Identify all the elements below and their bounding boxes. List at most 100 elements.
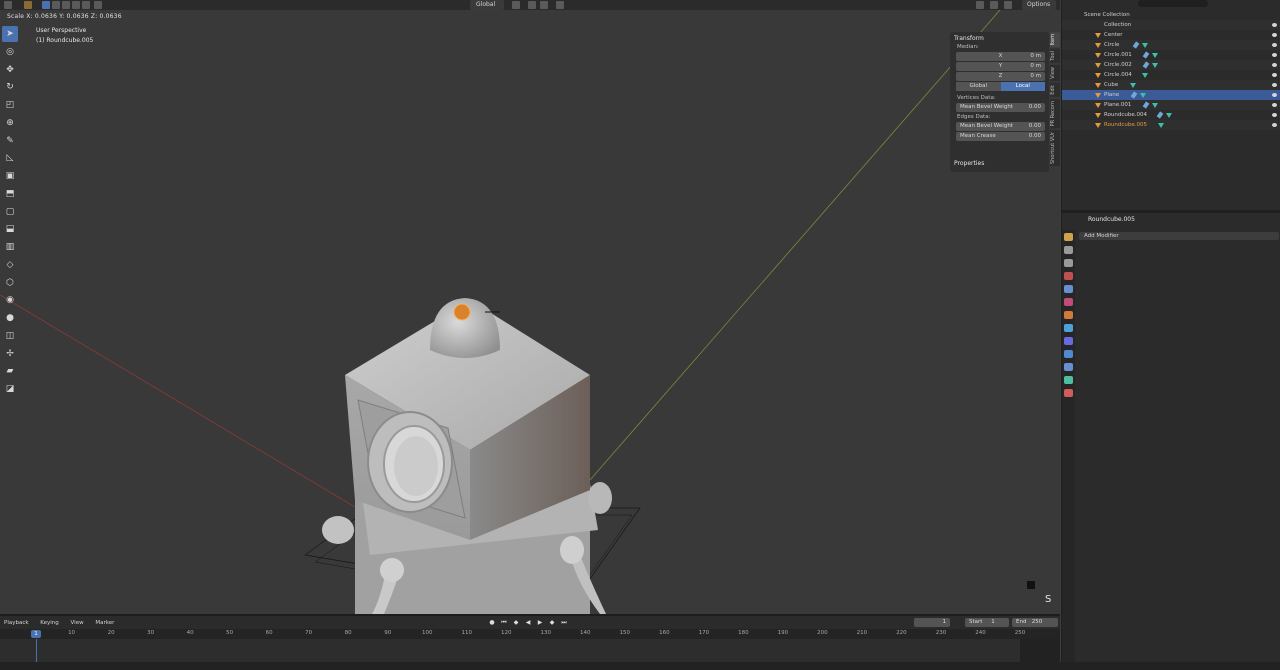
tab-item[interactable]: Item (1050, 32, 1060, 48)
jump-start-icon[interactable]: ⏮ (500, 619, 508, 627)
scene-collection-row[interactable]: Scene Collection (1062, 10, 1280, 20)
select-box-tool[interactable]: ➤ (2, 26, 18, 42)
menu-playback[interactable]: Playback (4, 620, 29, 626)
camera-view-icon[interactable] (1027, 581, 1035, 589)
snap-options-icon[interactable] (540, 1, 548, 9)
scale-tool[interactable]: ◰ (2, 97, 18, 113)
physics-tab-icon[interactable] (1064, 350, 1073, 358)
menu-view[interactable]: View (71, 620, 84, 626)
transform-orientation-dropdown[interactable]: Global (470, 0, 504, 10)
tab-shortcut[interactable]: Shortcut VUr (1050, 130, 1060, 167)
mode-icon[interactable] (24, 1, 32, 9)
list-item[interactable]: Cube (1062, 80, 1280, 90)
current-frame-marker[interactable]: 1 (31, 630, 41, 638)
pivot-icon[interactable] (512, 1, 520, 9)
local-toggle[interactable]: Local (1000, 82, 1045, 91)
overlay-icon[interactable] (976, 1, 984, 9)
median-y-field[interactable]: Y0 m (956, 62, 1045, 71)
select-mode-extend-icon[interactable] (72, 1, 80, 9)
add-modifier-dropdown[interactable]: Add Modifier (1079, 232, 1279, 240)
move-tool[interactable]: ✥ (2, 62, 18, 78)
world-tab-icon[interactable] (1064, 298, 1073, 306)
transform-section-title[interactable]: Transform (950, 32, 1049, 43)
face-select-icon[interactable] (62, 1, 70, 9)
cursor-tool[interactable]: ◎ (2, 44, 18, 60)
crease-field[interactable]: Mean Crease 0.00 (956, 132, 1045, 141)
vertex-select-icon[interactable] (42, 1, 50, 9)
snap-icon[interactable] (528, 1, 536, 9)
properties-section-title[interactable]: Properties (950, 158, 1049, 169)
add-cube-tool[interactable]: ▣ (2, 168, 18, 184)
tab-view[interactable]: View (1050, 65, 1060, 81)
list-item[interactable]: Center (1062, 30, 1280, 40)
inset-tool[interactable]: ▢ (2, 204, 18, 220)
median-x-field[interactable]: X0 m (956, 52, 1045, 61)
list-item[interactable]: Circle (1062, 40, 1280, 50)
shear-tool[interactable]: ▰ (2, 363, 18, 379)
tab-edit[interactable]: Edit (1050, 82, 1060, 97)
modifier-tab-icon[interactable] (1064, 324, 1073, 332)
knife-tool[interactable]: ◇ (2, 257, 18, 273)
list-item[interactable]: Circle.001 (1062, 50, 1280, 60)
list-item[interactable]: Roundcube.005 (1062, 120, 1280, 130)
shrink-fatten-tool[interactable]: ✢ (2, 346, 18, 362)
timeline-track-area[interactable] (0, 639, 1060, 662)
constraints-tab-icon[interactable] (1064, 363, 1073, 371)
data-tab-icon[interactable] (1064, 376, 1073, 384)
measure-tool[interactable]: ◺ (2, 150, 18, 166)
list-item[interactable]: Plane (1062, 90, 1280, 100)
vertex-bevel-field[interactable]: Mean Bevel Weight 0.00 (956, 103, 1045, 112)
list-item[interactable]: Roundcube.004 (1062, 110, 1280, 120)
shading-icon[interactable] (1004, 1, 1012, 9)
object-tab-icon[interactable] (1064, 311, 1073, 319)
list-item[interactable]: Circle.004 (1062, 70, 1280, 80)
3d-viewport[interactable]: Scale X: 0.0636 Y: 0.0636 Z: 0.0636 User… (0, 10, 1060, 614)
median-z-field[interactable]: Z0 m (956, 72, 1045, 81)
scene-tab-icon[interactable] (1064, 285, 1073, 293)
edge-slide-tool[interactable]: ◫ (2, 328, 18, 344)
play-reverse-icon[interactable]: ◀ (524, 619, 532, 627)
collection-row[interactable]: Collection (1062, 20, 1280, 30)
list-item[interactable]: Circle.002 (1062, 60, 1280, 70)
tab-pr-recorn[interactable]: PR Recorn (1050, 98, 1060, 129)
xray-icon[interactable] (990, 1, 998, 9)
rip-tool[interactable]: ◪ (2, 381, 18, 397)
menu-keying[interactable]: Keying (40, 620, 58, 626)
frame-ruler[interactable]: 1 10 20 30 40 50 60 70 80 90 100 110 120 130 140 150 160… (0, 629, 1060, 639)
material-tab-icon[interactable] (1064, 389, 1073, 397)
play-icon[interactable]: ▶ (536, 619, 544, 627)
menu-marker[interactable]: Marker (95, 620, 114, 626)
output-tab-icon[interactable] (1064, 259, 1073, 267)
next-key-icon[interactable]: ◆ (548, 619, 556, 627)
jump-end-icon[interactable]: ⏭ (560, 619, 568, 627)
end-frame-field[interactable]: End 250 (1012, 618, 1058, 627)
particles-tab-icon[interactable] (1064, 337, 1073, 345)
loop-cut-tool[interactable]: ▥ (2, 239, 18, 255)
tab-tool[interactable]: Tool (1050, 49, 1060, 64)
poly-build-tool[interactable]: ⬡ (2, 275, 18, 291)
transform-tool[interactable]: ⊕ (2, 115, 18, 131)
current-frame-field[interactable]: 1 (914, 618, 950, 627)
edge-bevel-field[interactable]: Mean Bevel Weight 0.00 (956, 122, 1045, 131)
edge-select-icon[interactable] (52, 1, 60, 9)
rotate-tool[interactable]: ↻ (2, 79, 18, 95)
editor-type-icon[interactable] (4, 1, 12, 9)
view-layer-tab-icon[interactable] (1064, 272, 1073, 280)
prev-key-icon[interactable]: ◆ (512, 619, 520, 627)
record-icon[interactable]: ● (488, 619, 496, 627)
select-menu-icon[interactable] (94, 1, 102, 9)
list-item[interactable]: Plane.001 (1062, 100, 1280, 110)
start-frame-field[interactable]: Start 1 (965, 618, 1009, 627)
playhead[interactable] (36, 639, 37, 662)
tool-tab-icon[interactable] (1064, 233, 1073, 241)
render-tab-icon[interactable] (1064, 246, 1073, 254)
outliner-search-input[interactable] (1138, 0, 1208, 7)
bevel-tool[interactable]: ⬓ (2, 221, 18, 237)
extrude-tool[interactable]: ⬒ (2, 186, 18, 202)
proportional-edit-icon[interactable] (556, 1, 564, 9)
global-toggle[interactable]: Global (956, 82, 1001, 91)
spin-tool[interactable]: ◉ (2, 292, 18, 308)
annotate-tool[interactable]: ✎ (2, 133, 18, 149)
options-dropdown[interactable]: Options (1022, 0, 1056, 10)
smooth-tool[interactable]: ● (2, 310, 18, 326)
